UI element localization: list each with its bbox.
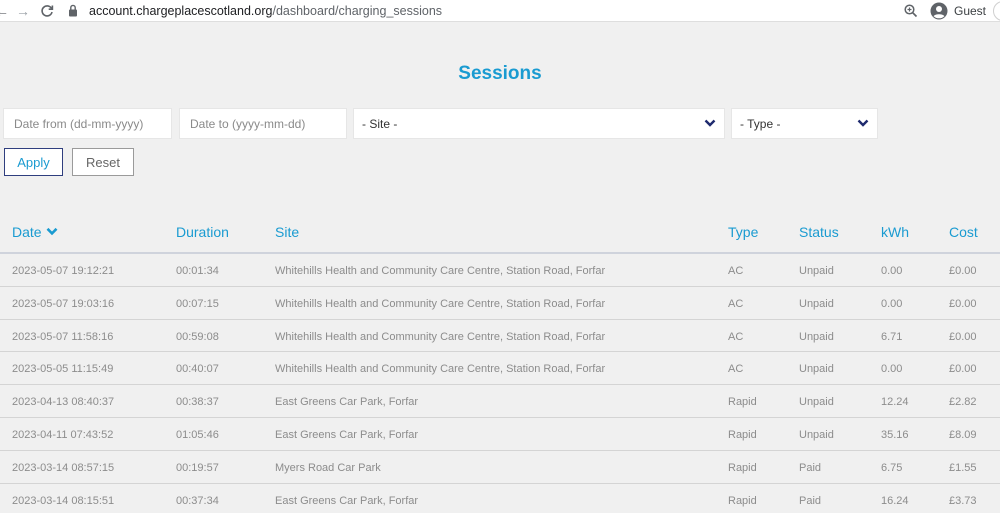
cost-cell: £3.73 (949, 494, 977, 507)
lock-icon (69, 4, 77, 17)
table-row[interactable]: 2023-05-07 19:03:16 00:07:15 Whitehills He… (0, 287, 1000, 320)
column-header-status[interactable]: Status (799, 224, 839, 240)
date-cell: 2023-05-07 19:12:21 (12, 265, 115, 277)
date-from-input[interactable] (3, 108, 172, 139)
status-cell: Unpaid (799, 330, 834, 343)
type-cell: Rapid (728, 461, 757, 474)
duration-cell: 00:38:37 (176, 396, 219, 409)
profile-button[interactable]: Guest (930, 0, 986, 21)
date-cell: 2023-03-14 08:57:15 (12, 461, 115, 474)
type-cell: Rapid (728, 428, 757, 441)
duration-cell: 00:01:34 (176, 265, 219, 277)
duration-cell: 00:07:15 (176, 297, 219, 310)
site-cell: East Greens Car Park, Forfar (275, 428, 419, 441)
table-row[interactable]: 2023-04-13 08:40:37 00:38:37 East Greens C… (0, 385, 1000, 418)
kwh-cell: 16.24 (881, 494, 909, 507)
status-cell: Paid (799, 494, 822, 507)
column-header-cost[interactable]: Cost (949, 224, 978, 240)
date-cell: 2023-04-11 07:43:52 (12, 428, 114, 441)
type-cell: AC (728, 363, 744, 376)
page-title: Sessions (458, 63, 542, 84)
table-header: Date Duration Site Type Status kWh Cost (0, 216, 1000, 254)
cost-cell: £8.09 (949, 428, 977, 441)
duration-cell: 01:05:46 (176, 428, 219, 441)
table-row[interactable]: 2023-03-14 08:57:15 00:19:57 Myers Road Ca… (0, 451, 1000, 484)
type-cell: Rapid (728, 396, 757, 409)
column-header-kwh[interactable]: kWh (881, 224, 909, 240)
type-select[interactable]: - Type - (731, 108, 878, 139)
kwh-cell: 6.75 (881, 461, 903, 474)
date-cell: 2023-04-13 08:40:37 (12, 396, 115, 409)
site-cell: Myers Road Car Park (275, 461, 381, 474)
duration-cell: 00:19:57 (176, 461, 219, 474)
date-cell: 2023-03-14 08:15:51 (12, 494, 115, 507)
kwh-cell: 0.00 (881, 297, 903, 310)
table-row[interactable]: 2023-05-07 11:58:16 00:59:08 Whitehills He… (0, 320, 1000, 353)
type-cell: Rapid (728, 494, 757, 507)
chevron-down-icon (857, 119, 869, 127)
cost-cell: £0.00 (949, 297, 977, 310)
site-select[interactable]: - Site - (353, 108, 725, 139)
kwh-cell: 6.71 (881, 330, 903, 343)
date-cell: 2023-05-07 19:03:16 (12, 297, 115, 310)
url-path: /dashboard/charging_sessions (272, 4, 443, 18)
type-cell: AC (728, 330, 744, 343)
address-bar[interactable]: account.chargeplacescotland.org/dashboar… (89, 3, 442, 19)
type-cell: AC (728, 265, 744, 277)
menu-circle-icon[interactable] (993, 1, 1000, 21)
site-cell: East Greens Car Park, Forfar (275, 396, 419, 409)
site-select-value: - Site - (362, 116, 398, 131)
column-header-label: Date (12, 224, 42, 240)
status-cell: Unpaid (799, 396, 834, 409)
duration-cell: 00:59:08 (176, 330, 219, 343)
date-cell: 2023-05-07 11:58:16 (12, 330, 114, 343)
sort-chevron-down-icon (46, 227, 58, 236)
site-cell: Whitehills Health and Community Care Cen… (275, 265, 606, 277)
table-body: 2023-05-07 19:12:21 00:01:34 Whitehills He… (0, 254, 1000, 513)
column-header-site[interactable]: Site (275, 224, 299, 240)
status-cell: Unpaid (799, 297, 834, 310)
reset-button[interactable]: Reset (72, 148, 134, 176)
cost-cell: £0.00 (949, 265, 977, 277)
site-cell: East Greens Car Park, Forfar (275, 494, 419, 507)
type-select-value: - Type - (740, 116, 781, 131)
kwh-cell: 0.00 (881, 363, 903, 376)
browser-toolbar: ← → account.chargeplacescotland.org/dash… (0, 0, 1000, 22)
status-cell: Paid (799, 461, 822, 474)
column-header-type[interactable]: Type (728, 224, 758, 240)
kwh-cell: 0.00 (881, 265, 903, 277)
date-cell: 2023-05-05 11:15:49 (12, 363, 114, 376)
kwh-cell: 35.16 (881, 428, 909, 441)
column-header-date[interactable]: Date (12, 224, 58, 240)
kwh-cell: 12.24 (881, 396, 909, 409)
avatar-icon (930, 2, 948, 19)
site-cell: Whitehills Health and Community Care Cen… (275, 330, 606, 343)
duration-cell: 00:40:07 (176, 363, 219, 376)
type-cell: AC (728, 297, 744, 310)
status-cell: Unpaid (799, 363, 834, 376)
chevron-down-icon (704, 119, 716, 127)
duration-cell: 00:37:34 (176, 494, 219, 507)
site-cell: Whitehills Health and Community Care Cen… (275, 363, 606, 376)
cost-cell: £2.82 (949, 396, 977, 409)
table-row[interactable]: 2023-05-07 19:12:21 00:01:34 Whitehills He… (0, 254, 1000, 287)
zoom-icon[interactable] (903, 3, 919, 19)
back-arrow-icon[interactable]: ← (0, 1, 9, 21)
table-row[interactable]: 2023-05-05 11:15:49 00:40:07 Whitehills He… (0, 352, 1000, 386)
cost-cell: £0.00 (949, 363, 977, 376)
column-header-duration[interactable]: Duration (176, 224, 229, 240)
status-cell: Unpaid (799, 428, 834, 441)
cost-cell: £0.00 (949, 330, 977, 343)
forward-arrow-icon[interactable]: → (16, 1, 30, 21)
site-cell: Whitehills Health and Community Care Cen… (275, 297, 606, 310)
status-cell: Unpaid (799, 265, 834, 277)
sessions-table: Date Duration Site Type Status kWh Cost … (0, 216, 1000, 513)
table-row[interactable]: 2023-04-11 07:43:52 01:05:46 East Greens C… (0, 418, 1000, 451)
date-to-input[interactable] (179, 108, 347, 139)
url-host: account.chargeplacescotland.org (89, 4, 273, 18)
cost-cell: £1.55 (949, 461, 977, 474)
apply-button[interactable]: Apply (4, 148, 63, 176)
table-row[interactable]: 2023-03-14 08:15:51 00:37:34 East Greens C… (0, 484, 1000, 513)
profile-label: Guest (954, 3, 987, 18)
